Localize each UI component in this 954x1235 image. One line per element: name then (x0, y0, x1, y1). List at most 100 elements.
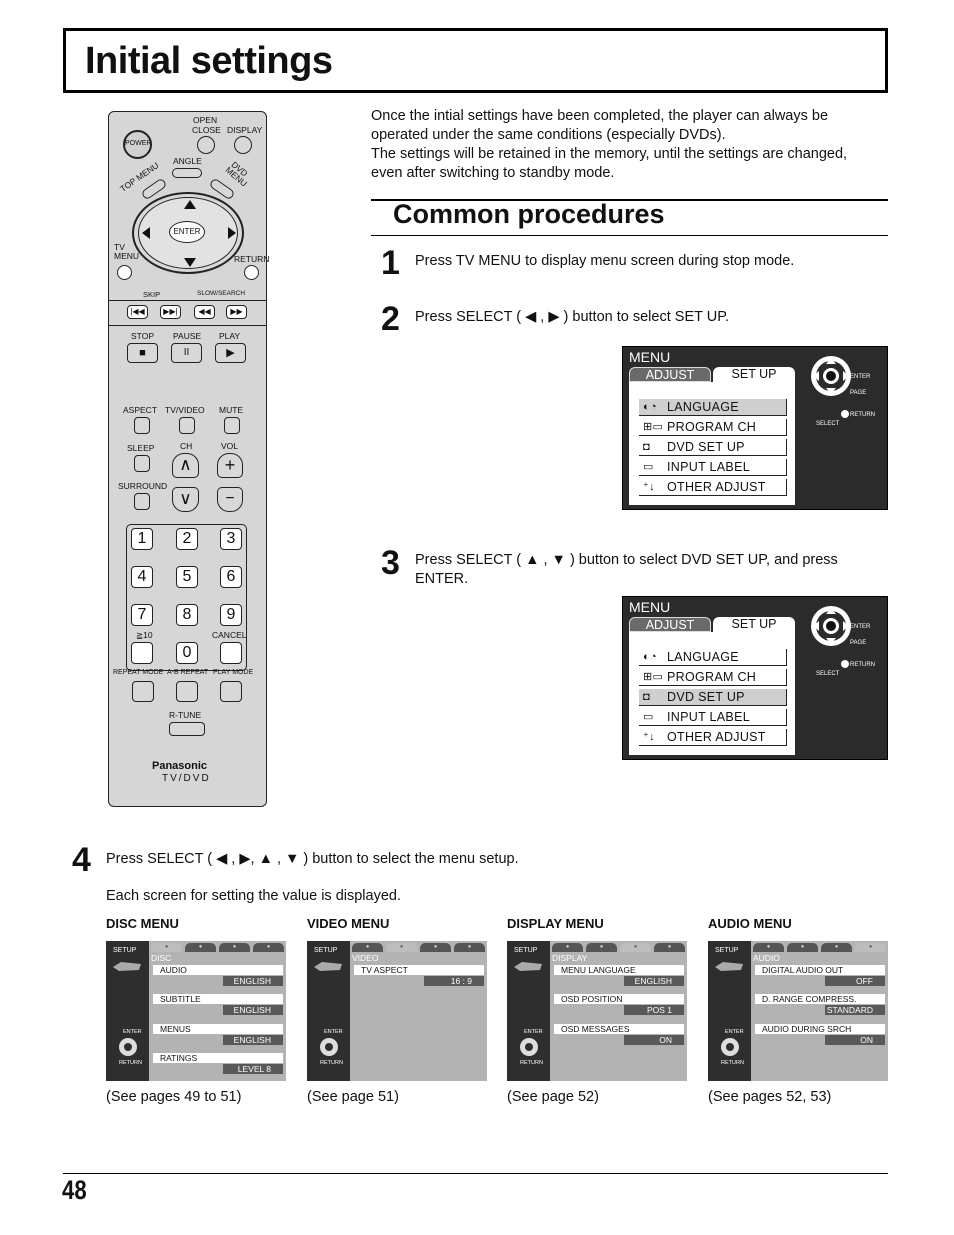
r-tune-button[interactable] (169, 722, 205, 736)
enter-button[interactable]: ENTER (169, 221, 205, 243)
disc-tab[interactable]: ● (151, 943, 182, 952)
tv-video-button[interactable] (179, 417, 195, 434)
menu-item-input-label[interactable]: ▭ INPUT LABEL (639, 709, 787, 726)
video-tab[interactable]: ● (185, 943, 216, 952)
open-close-button[interactable] (197, 136, 215, 154)
setting-value[interactable]: ENGLISH (223, 976, 283, 986)
setting-label[interactable]: AUDIO (153, 965, 283, 975)
video-tab[interactable]: ● (586, 943, 617, 952)
setting-value[interactable]: ENGLISH (223, 1005, 283, 1015)
setting-value[interactable]: ENGLISH (624, 976, 684, 986)
setting-label[interactable]: OSD POSITION (554, 994, 684, 1004)
fast-forward-button[interactable]: ▶▶ (226, 305, 247, 319)
digit-6-button[interactable]: 6 (220, 566, 242, 588)
audio-tab[interactable]: ● (454, 943, 485, 952)
audio-tab[interactable]: ● (253, 943, 284, 952)
digit-0-button[interactable]: 0 (176, 642, 198, 664)
menu-item-other-adjust[interactable]: ⁺↓ OTHER ADJUST (639, 479, 787, 496)
play-mode-button[interactable] (220, 681, 242, 702)
title-box: Initial settings (63, 28, 888, 93)
setup-tabs: ● ● ● ● (352, 943, 485, 952)
return-button[interactable] (244, 265, 259, 280)
stop-button[interactable]: ■ (127, 343, 158, 363)
setting-label[interactable]: MENU LANGUAGE (554, 965, 684, 975)
display-tab[interactable]: ● (620, 943, 651, 952)
cancel-button[interactable] (220, 642, 242, 664)
setting-value[interactable]: OFF (825, 976, 885, 986)
menu-item-dvd-setup[interactable]: ◘ DVD SET UP (639, 689, 787, 706)
video-tab[interactable]: ● (787, 943, 818, 952)
menu-item-language[interactable]: ◐◔ LANGUAGE (639, 649, 787, 666)
setting-label[interactable]: TV ASPECT (354, 965, 484, 975)
menu-item-input-label[interactable]: ▭ INPUT LABEL (639, 459, 787, 476)
left-arrow-icon[interactable] (142, 227, 150, 239)
see-page-reference: (See page 52) (507, 1089, 599, 1105)
volume-down-button[interactable]: − (217, 487, 243, 512)
select-dpad[interactable]: ENTER (132, 192, 244, 274)
setting-label[interactable]: SUBTITLE (153, 994, 283, 1004)
disc-tab[interactable]: ● (552, 943, 583, 952)
channel-up-button[interactable]: ∧ (172, 453, 199, 478)
tab-adjust[interactable]: ADJUST (629, 367, 711, 382)
disc-tab[interactable]: ● (352, 943, 383, 952)
digit-9-button[interactable]: 9 (220, 604, 242, 626)
setting-label[interactable]: MENUS (153, 1024, 283, 1034)
digit-8-button[interactable]: 8 (176, 604, 198, 626)
tv-menu-button[interactable] (117, 265, 132, 280)
audio-tab[interactable]: ● (855, 943, 886, 952)
digit-5-button[interactable]: 5 (176, 566, 198, 588)
sleep-button[interactable] (134, 455, 150, 472)
skip-back-button[interactable]: |◀◀ (127, 305, 148, 319)
tab-setup[interactable]: SET UP (713, 367, 795, 383)
up-arrow-icon[interactable] (184, 200, 196, 209)
pad-page-label: PAGE (850, 390, 867, 396)
display-tab[interactable]: ● (219, 943, 250, 952)
right-arrow-icon[interactable] (228, 227, 236, 239)
down-arrow-icon[interactable] (184, 258, 196, 267)
tab-adjust[interactable]: ADJUST (629, 617, 711, 632)
power-button[interactable]: POWER (123, 130, 152, 159)
display-tab[interactable]: ● (420, 943, 451, 952)
menu-item-program-ch[interactable]: ⊞▭ PROGRAM CH (639, 669, 787, 686)
setting-label[interactable]: AUDIO DURING SRCH (755, 1024, 885, 1034)
setting-label[interactable]: RATINGS (153, 1053, 283, 1063)
tab-setup[interactable]: SET UP (713, 617, 795, 633)
digit-7-button[interactable]: 7 (131, 604, 153, 626)
audio-tab[interactable]: ● (654, 943, 685, 952)
volume-up-button[interactable]: + (217, 453, 243, 478)
setting-label[interactable]: OSD MESSAGES (554, 1024, 684, 1034)
display-button[interactable] (234, 136, 252, 154)
pause-button[interactable]: II (171, 343, 202, 363)
rewind-button[interactable]: ◀◀ (194, 305, 215, 319)
setting-value[interactable]: ON (624, 1035, 684, 1045)
menu-item-dvd-setup[interactable]: ◘ DVD SET UP (639, 439, 787, 456)
ten-plus-button[interactable] (131, 642, 153, 664)
setting-label[interactable]: D. RANGE COMPRESS. (755, 994, 885, 1004)
menu-item-language[interactable]: ◐◔ LANGUAGE (639, 399, 787, 416)
setting-value[interactable]: LEVEL 8 (223, 1064, 283, 1074)
menu-item-program-ch[interactable]: ⊞▭ PROGRAM CH (639, 419, 787, 436)
setting-value[interactable]: 16 : 9 (424, 976, 484, 986)
aspect-button[interactable] (134, 417, 150, 434)
digit-1-button[interactable]: 1 (131, 528, 153, 550)
setting-value[interactable]: STANDARD (825, 1005, 885, 1015)
display-tab[interactable]: ● (821, 943, 852, 952)
menu-item-other-adjust[interactable]: ⁺↓ OTHER ADJUST (639, 729, 787, 746)
surround-button[interactable] (134, 493, 150, 510)
digit-2-button[interactable]: 2 (176, 528, 198, 550)
ab-repeat-button[interactable] (176, 681, 198, 702)
video-tab[interactable]: ● (386, 943, 417, 952)
setting-value[interactable]: ON (825, 1035, 885, 1045)
setting-value[interactable]: ENGLISH (223, 1035, 283, 1045)
channel-down-button[interactable]: ∨ (172, 487, 199, 512)
digit-3-button[interactable]: 3 (220, 528, 242, 550)
mute-button[interactable] (224, 417, 240, 434)
angle-button[interactable] (172, 168, 202, 178)
skip-forward-button[interactable]: ▶▶| (160, 305, 181, 319)
repeat-mode-button[interactable] (132, 681, 154, 702)
setting-value[interactable]: POS 1 (624, 1005, 684, 1015)
disc-tab[interactable]: ● (753, 943, 784, 952)
digit-4-button[interactable]: 4 (131, 566, 153, 588)
setting-label[interactable]: DIGITAL AUDIO OUT (755, 965, 885, 975)
play-button[interactable]: ▶ (215, 343, 246, 363)
